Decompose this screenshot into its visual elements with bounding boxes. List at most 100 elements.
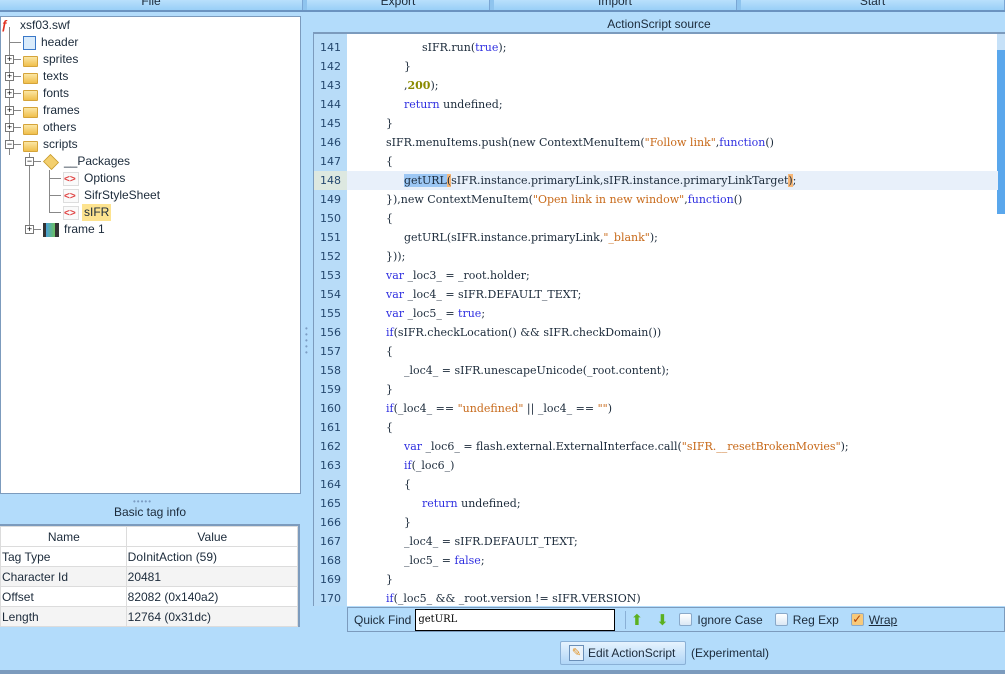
find-next-arrow-down-icon[interactable]: ⬇ [653, 611, 671, 629]
tab-label: Import [597, 0, 632, 8]
code-line[interactable]: 159} [314, 380, 998, 399]
line-number: 167 [320, 535, 341, 548]
collapse-icon[interactable]: − [25, 157, 34, 166]
reg-exp-checkbox[interactable] [774, 613, 788, 626]
tree-item[interactable]: <> SifrStyleSheet [63, 187, 162, 204]
tree-item[interactable]: header [23, 34, 80, 51]
line-number: 158 [320, 364, 341, 377]
tab-import[interactable]: Import [494, 0, 737, 10]
tree-label: sIFR [82, 204, 112, 221]
tree-item[interactable]: fonts [23, 85, 71, 102]
wrap-label[interactable]: Wrap [869, 613, 897, 627]
code-line[interactable]: 165 return undefined; [314, 494, 998, 513]
code-token: (sIFR.checkLocation() && sIFR.checkDomai… [393, 326, 662, 339]
code-line[interactable]: 156 if(sIFR.checkLocation() && sIFR.check… [314, 323, 998, 342]
code-line[interactable]: 166} [314, 513, 998, 532]
code-line[interactable]: 147 { [314, 152, 998, 171]
code-line[interactable]: 151 getURL(sIFR.instance.primaryLink,"_bl… [314, 228, 998, 247]
table-row[interactable]: Character Id 20481 [0, 566, 299, 587]
expand-icon[interactable]: + [5, 89, 14, 98]
splitter-handle[interactable]: • • • • • [302, 16, 312, 670]
ignore-case-label[interactable]: Ignore Case [697, 613, 762, 627]
code-text: sIFR.menuItems.push(new ContextMenuItem(… [386, 133, 774, 152]
tree-item[interactable]: scripts [23, 136, 80, 153]
tab-export[interactable]: Export [307, 0, 490, 10]
script-icon: <> [63, 188, 79, 203]
tree-item[interactable]: frame 1 [43, 221, 107, 238]
code-line[interactable]: 158 _loc4_ = sIFR.unescapeUnicode(_root.c… [314, 361, 998, 380]
expand-icon[interactable]: + [25, 225, 34, 234]
code-text: var _loc3_ = _root.holder; [386, 266, 530, 285]
line-number: 162 [320, 440, 341, 453]
code-line[interactable]: 141 sIFR.run(true); [314, 38, 998, 57]
code-line[interactable]: 150 { [314, 209, 998, 228]
code-line[interactable]: 153 var _loc3_ = _root.holder; [314, 266, 998, 285]
code-line[interactable]: 146 sIFR.menuItems.push(new ContextMenuIt… [314, 133, 998, 152]
code-line[interactable]: 143 ,200); [314, 76, 998, 95]
code-editor[interactable]: 141 sIFR.run(true); 142} 143,200); 144 return… [313, 34, 1005, 606]
ignore-case-checkbox[interactable] [679, 613, 693, 626]
vertical-scrollbar[interactable] [997, 34, 1005, 606]
tree-item[interactable]: __Packages [43, 153, 132, 170]
code-line[interactable]: 167 _loc4_ = sIFR.DEFAULT_TEXT; [314, 532, 998, 551]
code-line[interactable]: 149}),new ContextMenuItem("Open link in … [314, 190, 998, 209]
code-token: undefined; [439, 98, 503, 111]
tree-item[interactable]: frames [23, 102, 82, 119]
code-token: })); [386, 250, 406, 263]
wrap-checkbox[interactable]: ✓ [850, 613, 864, 626]
tree-label: sprites [43, 52, 79, 66]
code-line[interactable]: 168 _loc5_ = false; [314, 551, 998, 570]
code-line[interactable]: 142} [314, 57, 998, 76]
edit-actionscript-button[interactable]: ✎ Edit ActionScript [560, 641, 686, 665]
code-text: var _loc6_ = flash.external.ExternalInte… [404, 437, 849, 456]
tree-item[interactable]: <> sIFR [63, 204, 112, 221]
expand-icon[interactable]: + [5, 123, 14, 132]
code-line[interactable]: 154 var _loc4_ = sIFR.DEFAULT_TEXT; [314, 285, 998, 304]
column-header-value[interactable]: Value [125, 526, 299, 547]
code-line[interactable]: 145} [314, 114, 998, 133]
table-row[interactable]: Offset 82082 (0x140a2) [0, 586, 299, 607]
table-row[interactable]: Length 12764 (0x31dc) [0, 606, 299, 627]
tab-start[interactable]: Start [741, 0, 1005, 10]
column-header-name[interactable]: Name [0, 526, 127, 547]
quick-find-input[interactable] [415, 608, 616, 631]
code-line[interactable]: 160 if(_loc4_ == "undefined" || _loc4_ ==… [314, 399, 998, 418]
code-line[interactable]: 155 var _loc5_ = true; [314, 304, 998, 323]
expand-icon[interactable]: + [5, 106, 14, 115]
table-row[interactable]: Tag Type DoInitAction (59) [0, 546, 299, 567]
tree-item[interactable]: others [23, 119, 78, 136]
code-line[interactable]: 148 getURL(sIFR.instance.primaryLink,sIFR… [314, 171, 998, 190]
find-previous-arrow-up-icon[interactable]: ⬆ [625, 610, 643, 629]
tree-item[interactable]: sprites [23, 51, 80, 68]
line-number: 166 [320, 516, 341, 529]
reg-exp-label[interactable]: Reg Exp [793, 613, 839, 627]
tree-label: frames [43, 103, 80, 117]
code-line[interactable]: 161 { [314, 418, 998, 437]
code-token: getURL [404, 174, 447, 187]
expand-icon[interactable]: + [5, 55, 14, 64]
line-number: 157 [320, 345, 341, 358]
code-line[interactable]: 164 { [314, 475, 998, 494]
tab-file[interactable]: File [0, 0, 303, 10]
code-line[interactable]: 144 return undefined; [314, 95, 998, 114]
cell-value: 20481 [125, 566, 299, 587]
tree-item[interactable]: texts [23, 68, 70, 85]
expand-icon[interactable]: + [5, 72, 14, 81]
tree-label: others [43, 120, 77, 134]
code-line[interactable]: 170 if(_loc5_ && _root.version != sIFR.VE… [314, 589, 998, 608]
code-line[interactable]: 169} [314, 570, 998, 589]
code-line[interactable]: 152})); [314, 247, 998, 266]
code-text: _loc5_ = false; [404, 551, 485, 570]
file-tree[interactable]: ƒ xsf03.swf header + sprites + texts + fonts + fra… [0, 16, 301, 494]
code-line[interactable]: 157 { [314, 342, 998, 361]
code-token: 200 [407, 79, 431, 92]
tree-root[interactable]: ƒ xsf03.swf [1, 17, 72, 34]
scrollbar-thumb[interactable] [997, 34, 1005, 214]
tag-info-title: Basic tag info [113, 505, 187, 519]
code-line[interactable]: 163 if(_loc6_) [314, 456, 998, 475]
code-line[interactable]: 162 var _loc6_ = flash.external.ExternalI… [314, 437, 998, 456]
line-number: 160 [320, 402, 341, 415]
collapse-icon[interactable]: − [5, 140, 14, 149]
tree-item[interactable]: <> Options [63, 170, 127, 187]
folder-texts-icon [23, 72, 38, 84]
